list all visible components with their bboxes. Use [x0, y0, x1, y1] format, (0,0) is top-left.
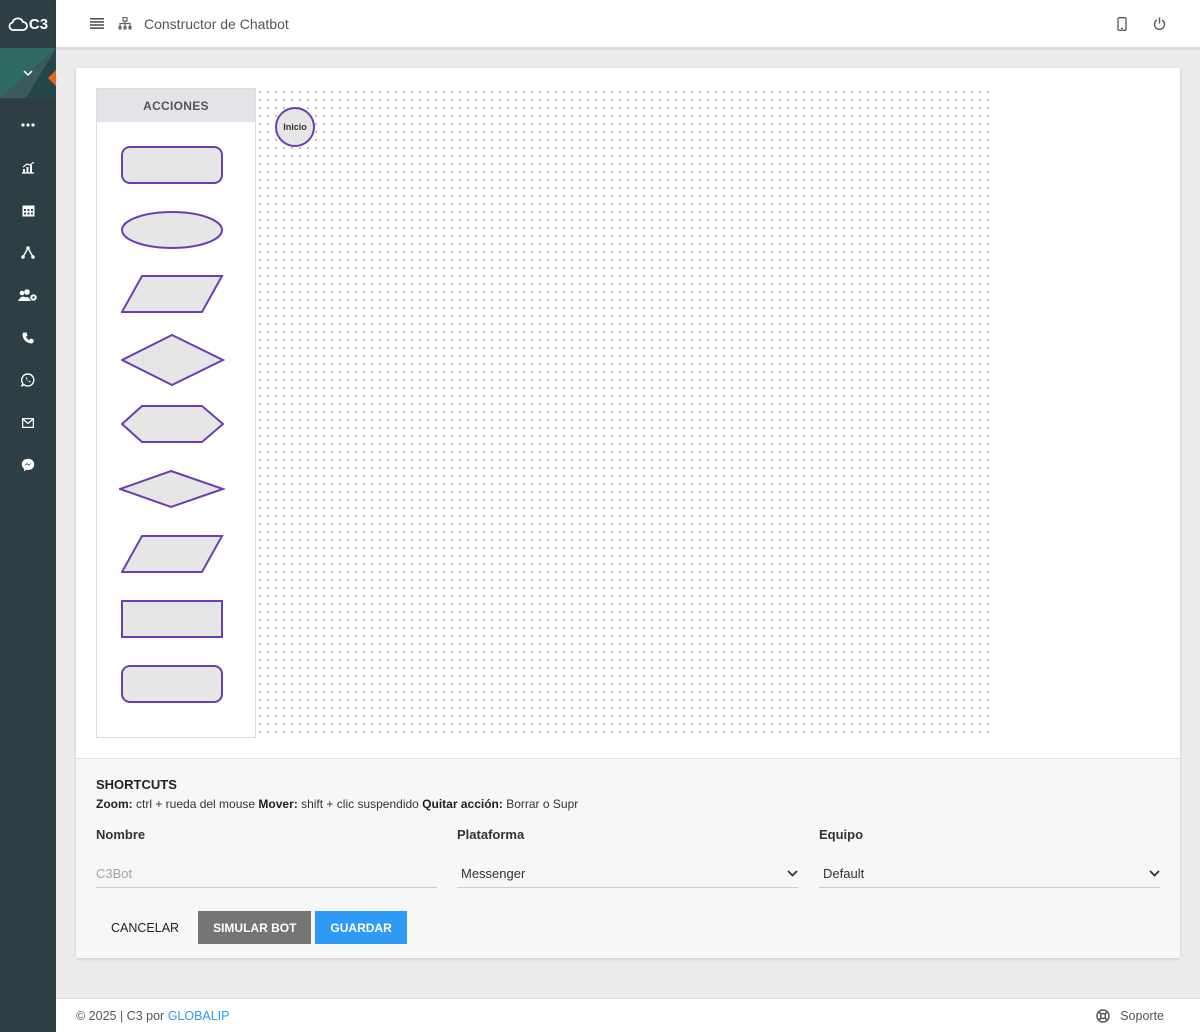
zoom-text: ctrl + rueda del mouse: [136, 797, 256, 811]
shortcuts-title: SHORTCUTS: [96, 777, 177, 792]
team-select[interactable]: Default: [819, 866, 1160, 881]
shape-parallelogram[interactable]: [121, 275, 225, 315]
team-value: Default: [823, 866, 865, 881]
chevron-down-icon: [23, 70, 33, 76]
logo[interactable]: C3: [0, 0, 56, 48]
remove-text: Borrar o Supr: [506, 797, 579, 811]
sidebar-item-calendar[interactable]: [0, 189, 56, 232]
sidebar-item-messenger[interactable]: [0, 444, 56, 487]
chevron-down-icon: [787, 870, 798, 877]
sitemap-icon: [118, 17, 132, 30]
actions-palette: ACCIONES: [96, 88, 256, 738]
team-field: Equipo Default: [819, 827, 1160, 888]
chatbot-builder-card: ACCIONES Inicio SHORTCUTS Zoom: ctrl + r…: [76, 68, 1180, 958]
mail-icon: [22, 417, 34, 428]
shortcuts-help: Zoom: ctrl + rueda del mouse Mover: shif…: [96, 797, 578, 811]
power-icon[interactable]: [1153, 17, 1166, 30]
company-link[interactable]: GLOBALIP: [168, 1009, 230, 1023]
shape-rounded-rect[interactable]: [121, 146, 225, 186]
shape-ellipse[interactable]: [121, 210, 225, 250]
shape-rectangle[interactable]: [121, 600, 225, 640]
platform-label: Plataforma: [457, 827, 525, 842]
sidebar-item-users[interactable]: [0, 274, 56, 317]
support-label: Soporte: [1120, 1008, 1164, 1023]
lifebuoy-icon: [1096, 1008, 1110, 1023]
flow-canvas[interactable]: Inicio: [256, 88, 991, 738]
support-link[interactable]: Soporte: [1096, 1009, 1164, 1023]
save-button[interactable]: GUARDAR: [315, 911, 407, 944]
sidebar-nav: [0, 98, 56, 487]
chart-icon: [22, 161, 35, 174]
zoom-label: Zoom:: [96, 797, 133, 811]
calendar-icon: [22, 205, 34, 217]
sidebar: C3: [0, 0, 56, 1032]
remove-label: Quitar acción:: [422, 797, 503, 811]
bot-settings-panel: SHORTCUTS Zoom: ctrl + rueda del mouse M…: [76, 758, 1180, 958]
topbar: Constructor de Chatbot: [56, 0, 1200, 48]
shape-hexagon[interactable]: [121, 405, 225, 445]
move-text: shift + clic suspendido: [301, 797, 419, 811]
more-icon: [21, 123, 35, 127]
platform-select[interactable]: Messenger: [457, 866, 798, 881]
messenger-icon: [21, 459, 35, 472]
sidebar-item-stats[interactable]: [0, 147, 56, 190]
footer: © 2025 | C3 por GLOBALIP Soporte: [56, 998, 1200, 1032]
name-field: Nombre: [96, 827, 437, 888]
sidebar-item-mail[interactable]: [0, 402, 56, 445]
name-input[interactable]: [96, 866, 437, 881]
cancel-button[interactable]: CANCELAR: [96, 911, 194, 944]
copyright-text: © 2025 | C3 por: [76, 1008, 165, 1023]
mobile-icon[interactable]: [1117, 16, 1127, 31]
palette-title: ACCIONES: [97, 89, 255, 122]
hamburger-menu-icon[interactable]: [90, 18, 104, 29]
shape-rounded-rect-2[interactable]: [121, 665, 225, 705]
shape-flat-diamond[interactable]: [119, 470, 227, 510]
name-label: Nombre: [96, 827, 146, 842]
shape-parallelogram-2[interactable]: [121, 535, 225, 575]
simulate-bot-button[interactable]: SIMULAR BOT: [198, 911, 312, 944]
sidebar-item-network[interactable]: [0, 232, 56, 275]
team-label: Equipo: [819, 827, 864, 842]
users-gear-icon: [18, 288, 37, 301]
network-icon: [21, 246, 35, 260]
move-label: Mover:: [258, 797, 298, 811]
sidebar-item-whatsapp[interactable]: [0, 359, 56, 402]
platform-field: Plataforma Messenger: [457, 827, 798, 888]
page-title: Constructor de Chatbot: [144, 15, 289, 32]
shape-diamond[interactable]: [121, 334, 225, 386]
sidebar-item-more[interactable]: [0, 104, 56, 147]
copyright: © 2025 | C3 por GLOBALIP: [76, 1009, 230, 1023]
whatsapp-icon: [21, 373, 35, 388]
cloud-icon: [8, 17, 28, 31]
start-node[interactable]: Inicio: [275, 107, 315, 147]
chevron-down-icon: [1149, 870, 1160, 877]
sidebar-item-phone[interactable]: [0, 317, 56, 360]
logo-text: C3: [28, 15, 49, 33]
platform-value: Messenger: [461, 866, 526, 881]
profile-toggle[interactable]: [0, 48, 56, 98]
phone-icon: [22, 332, 34, 344]
